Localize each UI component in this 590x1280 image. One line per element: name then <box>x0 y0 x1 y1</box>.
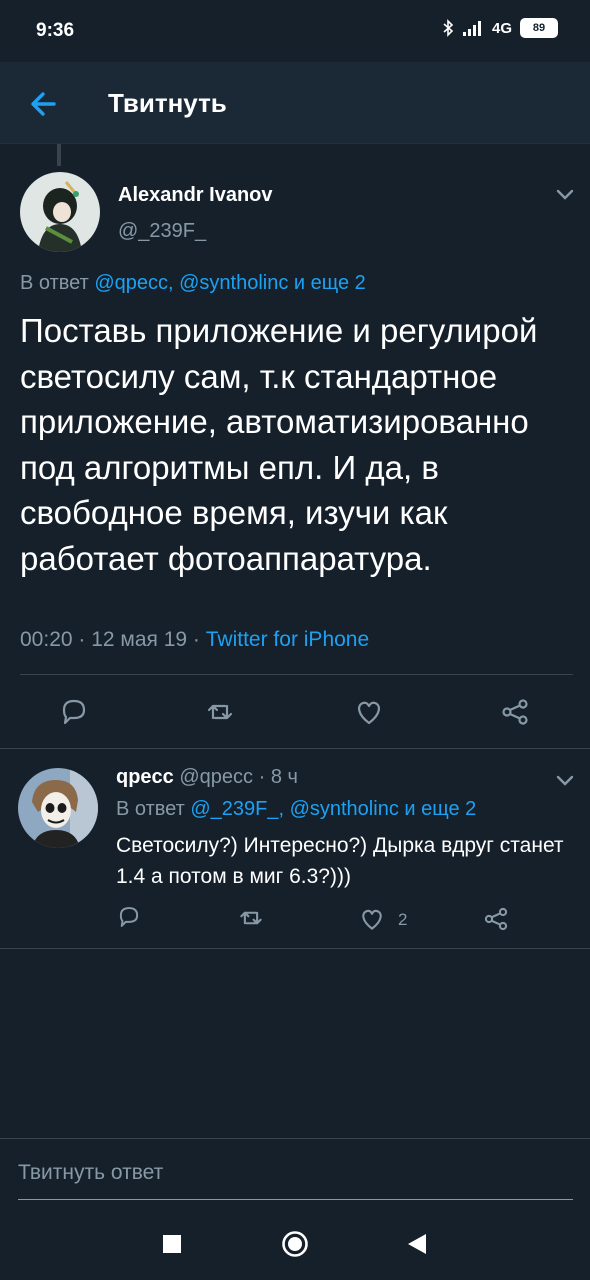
tweet-text: Светосилу?) Интересно?) Дырка вдруг стан… <box>116 834 564 888</box>
tweet-source[interactable]: Twitter for iPhone <box>206 628 369 651</box>
share-icon[interactable] <box>482 905 510 933</box>
status-icons: 4G 89 <box>442 18 558 38</box>
status-bar: 9:36 4G 89 <box>0 0 590 62</box>
thread-line <box>57 144 61 166</box>
reply-mentions[interactable]: @_239F_, @syntholinc и еще 2 <box>190 798 476 820</box>
author-name[interactable]: qpecc <box>116 766 174 788</box>
tweet-actions <box>0 674 590 748</box>
status-time: 9:36 <box>36 20 75 41</box>
home-icon[interactable] <box>281 1230 309 1258</box>
system-nav-bar <box>0 1208 590 1280</box>
author-name[interactable]: Alexandr Ivanov <box>118 184 273 207</box>
back-icon[interactable] <box>406 1232 428 1256</box>
heart-icon[interactable] <box>358 905 386 933</box>
avatar[interactable] <box>20 172 100 252</box>
network-type: 4G <box>491 19 512 37</box>
retweet-icon[interactable] <box>237 904 265 932</box>
page-title: Твитнуть <box>108 88 227 118</box>
author-handle[interactable]: @_239F_ <box>118 220 206 243</box>
app-header: Твитнуть <box>0 62 590 144</box>
chevron-down-icon[interactable] <box>555 188 575 202</box>
reply-prefix: В ответ <box>116 798 185 820</box>
divider <box>0 948 590 949</box>
reply-icon[interactable] <box>58 696 90 728</box>
reply-icon[interactable] <box>116 904 142 930</box>
tweet-meta: 00:20 · 12 мая 19 · Twitter for iPhone <box>20 628 369 652</box>
divider <box>0 748 590 749</box>
reply-prefix: В ответ <box>20 272 89 294</box>
reply-author-line: qpecc @qpecc · 8 ч <box>116 766 298 789</box>
compose-bar: Твитнуть ответ <box>0 1138 590 1209</box>
reply-mentions[interactable]: @qpecc, @syntholinc и еще 2 <box>94 272 365 294</box>
heart-icon[interactable] <box>353 696 385 728</box>
reply-to-line: В ответ @qpecc, @syntholinc и еще 2 <box>20 272 366 295</box>
signal-icon <box>462 21 481 36</box>
retweet-icon[interactable] <box>204 696 236 728</box>
reply-input[interactable]: Твитнуть ответ <box>18 1161 573 1200</box>
avatar[interactable] <box>18 768 98 848</box>
tweet-text: Поставь приложение и регулирой светосилу… <box>20 312 538 577</box>
reply-to-line: В ответ @_239F_, @syntholinc и еще 2 <box>116 798 476 821</box>
tweet-timestamp: 00:20 · 12 мая 19 · <box>20 628 206 651</box>
share-icon[interactable] <box>499 696 531 728</box>
recents-icon[interactable] <box>162 1234 182 1254</box>
reply-tweet[interactable]: qpecc @qpecc · 8 ч В ответ @_239F_, @syn… <box>0 750 590 950</box>
bluetooth-icon <box>443 19 454 37</box>
chevron-down-icon[interactable] <box>555 774 575 788</box>
arrow-left-icon[interactable] <box>24 84 64 124</box>
author-handle-time: @qpecc · 8 ч <box>179 766 298 788</box>
battery-icon: 89 <box>520 18 558 38</box>
like-count: 2 <box>398 910 408 929</box>
